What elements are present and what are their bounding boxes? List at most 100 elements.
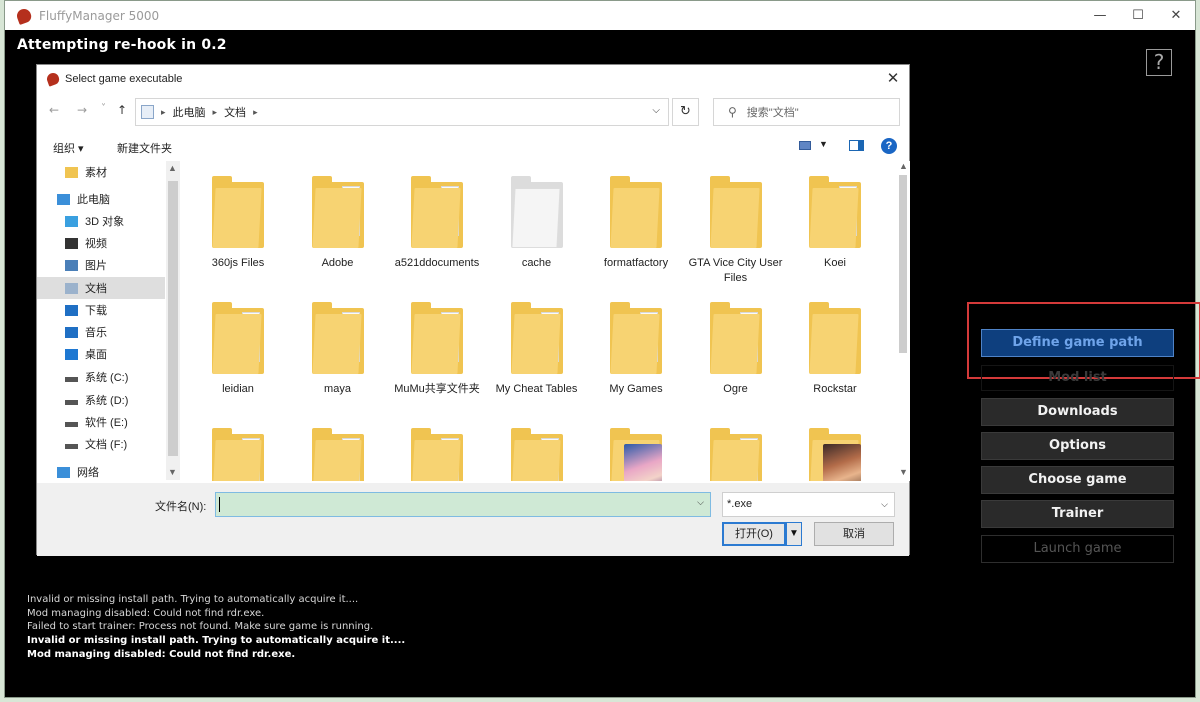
file-name: a521ddocuments bbox=[394, 257, 480, 269]
preview-pane-icon[interactable] bbox=[849, 140, 864, 151]
mod-list-button[interactable]: Mod list bbox=[981, 365, 1174, 391]
back-arrow-icon[interactable]: ← bbox=[49, 103, 59, 117]
close-button[interactable]: ✕ bbox=[1157, 1, 1195, 30]
app-logo-icon bbox=[15, 6, 33, 25]
breadcrumb-item[interactable]: 此电脑 bbox=[173, 104, 206, 120]
chevron-right-icon: ▸ bbox=[212, 106, 218, 117]
file-item[interactable] bbox=[490, 428, 584, 481]
chevron-down-icon: ⌵ bbox=[881, 499, 888, 509]
trainer-button[interactable]: Trainer bbox=[981, 500, 1174, 528]
open-dropdown-button[interactable]: ▼ bbox=[786, 522, 802, 546]
file-item[interactable]: Adobe bbox=[291, 176, 385, 271]
file-item[interactable]: Koei bbox=[788, 176, 882, 271]
nav-item[interactable]: 系统 (D:) bbox=[37, 389, 165, 411]
breadcrumb-item[interactable]: 文档 bbox=[224, 104, 246, 120]
nav-item[interactable]: 视频 bbox=[37, 232, 165, 254]
maximize-button[interactable]: ☐ bbox=[1119, 1, 1157, 30]
filetype-select[interactable]: *.exe ⌵ bbox=[722, 492, 895, 517]
scroll-thumb[interactable] bbox=[168, 181, 178, 456]
nav-item[interactable]: 网络 bbox=[37, 461, 165, 483]
organize-button[interactable]: 组织 ▾ bbox=[53, 140, 84, 156]
scroll-down-icon[interactable]: ▼ bbox=[899, 467, 908, 477]
nav-item[interactable]: 文档 bbox=[37, 277, 165, 299]
help-button[interactable]: ? bbox=[1146, 49, 1172, 76]
file-item[interactable] bbox=[589, 428, 683, 481]
drive-icon bbox=[65, 421, 78, 427]
nav-item[interactable]: 下载 bbox=[37, 299, 165, 321]
minimize-button[interactable]: — bbox=[1081, 1, 1119, 30]
file-name: 360js Files bbox=[211, 257, 265, 269]
scroll-up-icon[interactable]: ▲ bbox=[168, 163, 177, 173]
scroll-thumb[interactable] bbox=[899, 175, 907, 353]
file-item[interactable]: formatfactory bbox=[589, 176, 683, 271]
scroll-down-icon[interactable]: ▼ bbox=[168, 467, 177, 477]
file-item[interactable]: My Cheat Tables bbox=[490, 302, 584, 397]
nav-item[interactable]: 图片 bbox=[37, 254, 165, 276]
open-button[interactable]: 打开(O) bbox=[722, 522, 786, 546]
file-item[interactable]: MuMu共享文件夹 bbox=[390, 302, 484, 397]
folder-icon bbox=[411, 302, 463, 374]
recent-dropdown-icon[interactable]: ˅ bbox=[101, 103, 106, 114]
navigation-pane: 素材此电脑 3D 对象视频图片 文档 下载 音乐 桌面 系统 (C:) 系统 (D:) 软件 (… bbox=[37, 161, 181, 481]
nav-item[interactable]: 3D 对象 bbox=[37, 210, 165, 232]
define-game-path-button[interactable]: Define game path bbox=[981, 329, 1174, 357]
choose-game-button[interactable]: Choose game bbox=[981, 466, 1174, 494]
forward-arrow-icon[interactable]: → bbox=[77, 103, 87, 117]
computer-icon bbox=[57, 193, 70, 205]
options-button[interactable]: Options bbox=[981, 432, 1174, 460]
file-name: Adobe bbox=[321, 257, 354, 269]
cancel-button[interactable]: 取消 bbox=[814, 522, 894, 546]
address-bar[interactable]: ▸ 此电脑 ▸ 文档 ▸ ⌵ bbox=[135, 98, 669, 126]
file-item[interactable]: Ogre bbox=[689, 302, 783, 397]
file-item[interactable] bbox=[788, 428, 882, 481]
filename-input[interactable]: ⌵ bbox=[215, 492, 711, 517]
launch-game-button[interactable]: Launch game bbox=[981, 535, 1174, 563]
folder-icon bbox=[212, 176, 264, 248]
chevron-down-icon[interactable]: ⌵ bbox=[652, 105, 660, 116]
dialog-close-button[interactable]: ✕ bbox=[883, 69, 903, 87]
nav-item[interactable]: 素材 bbox=[37, 161, 165, 183]
file-item[interactable] bbox=[191, 428, 285, 481]
nav-item[interactable]: 文档 (F:) bbox=[37, 433, 165, 455]
file-item[interactable]: My Games bbox=[589, 302, 683, 397]
downloads-button[interactable]: Downloads bbox=[981, 398, 1174, 426]
search-input[interactable]: ⚲ 搜索"文档" bbox=[713, 98, 900, 126]
log-line: Mod managing disabled: Could not find rd… bbox=[27, 648, 296, 660]
file-item[interactable] bbox=[390, 428, 484, 481]
view-icon[interactable] bbox=[799, 141, 811, 150]
refresh-button[interactable]: ↻ bbox=[672, 98, 699, 126]
folder-icon bbox=[709, 176, 762, 248]
new-folder-button[interactable]: 新建文件夹 bbox=[117, 140, 172, 156]
up-arrow-icon[interactable]: ↑ bbox=[117, 103, 127, 117]
file-item[interactable]: 360js Files bbox=[191, 176, 285, 271]
file-item[interactable]: leidian bbox=[191, 302, 285, 397]
nav-item[interactable]: 桌面 bbox=[37, 343, 165, 365]
chevron-down-icon[interactable]: ⌵ bbox=[697, 497, 704, 508]
view-dropdown-icon[interactable]: ▼ bbox=[819, 139, 828, 149]
nav-scrollbar[interactable]: ▲ ▼ bbox=[166, 161, 180, 480]
picture-icon bbox=[65, 259, 78, 271]
file-scrollbar[interactable]: ▲ ▼ bbox=[896, 161, 910, 481]
nav-item[interactable]: 音乐 bbox=[37, 321, 165, 343]
file-item[interactable]: Rockstar bbox=[788, 302, 882, 397]
nav-item[interactable]: 系统 (C:) bbox=[37, 366, 165, 388]
file-item[interactable] bbox=[689, 428, 783, 481]
nav-item-label: 视频 bbox=[85, 238, 107, 250]
nav-item-label: 网络 bbox=[77, 467, 99, 479]
folder-icon bbox=[212, 428, 264, 481]
help-icon[interactable]: ? bbox=[881, 138, 897, 154]
file-item[interactable]: cache bbox=[490, 176, 584, 271]
file-name: Ogre bbox=[723, 383, 748, 395]
file-item[interactable]: GTA Vice City User Files bbox=[689, 176, 783, 286]
scroll-up-icon[interactable]: ▲ bbox=[899, 161, 908, 171]
dialog-logo-icon bbox=[45, 71, 61, 87]
file-item[interactable] bbox=[291, 428, 385, 481]
folder-icon bbox=[809, 302, 861, 374]
nav-item[interactable]: 此电脑 bbox=[37, 188, 165, 210]
nav-item[interactable]: 软件 (E:) bbox=[37, 411, 165, 433]
cube-icon bbox=[65, 215, 78, 227]
folder-icon bbox=[311, 176, 364, 248]
file-item[interactable]: a521ddocuments bbox=[390, 176, 484, 271]
document-icon bbox=[65, 282, 78, 294]
file-item[interactable]: maya bbox=[291, 302, 385, 397]
